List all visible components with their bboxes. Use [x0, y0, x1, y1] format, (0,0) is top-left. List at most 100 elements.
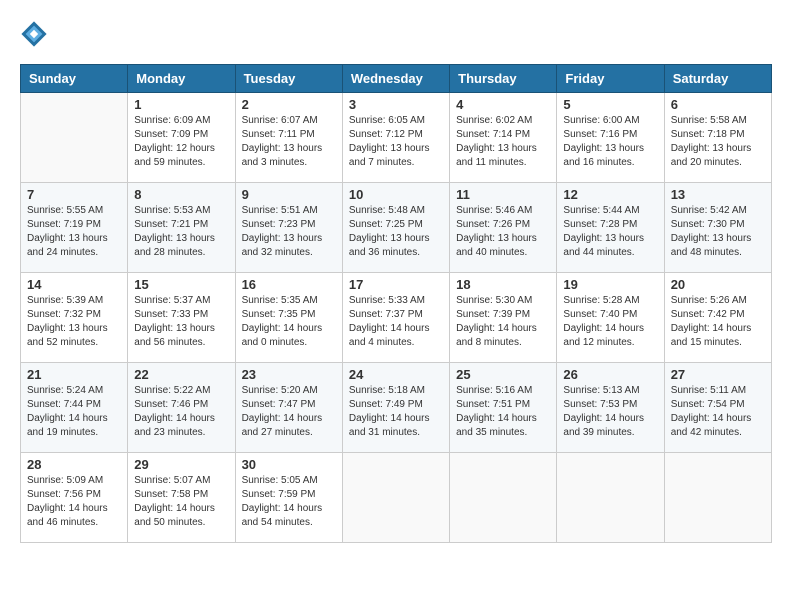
column-header-wednesday: Wednesday	[342, 65, 449, 93]
day-info: Sunrise: 5:26 AM Sunset: 7:42 PM Dayligh…	[671, 294, 765, 350]
column-header-monday: Monday	[128, 65, 235, 93]
calendar-cell	[342, 453, 449, 543]
day-number: 28	[27, 457, 121, 472]
day-info: Sunrise: 5:28 AM Sunset: 7:40 PM Dayligh…	[563, 294, 657, 350]
calendar-cell: 5 Sunrise: 6:00 AM Sunset: 7:16 PM Daylig…	[557, 93, 664, 183]
day-info: Sunrise: 6:00 AM Sunset: 7:16 PM Dayligh…	[563, 114, 657, 170]
day-number: 3	[349, 97, 443, 112]
day-number: 26	[563, 367, 657, 382]
day-number: 27	[671, 367, 765, 382]
day-info: Sunrise: 5:37 AM Sunset: 7:33 PM Dayligh…	[134, 294, 228, 350]
day-info: Sunrise: 5:20 AM Sunset: 7:47 PM Dayligh…	[242, 384, 336, 440]
day-number: 5	[563, 97, 657, 112]
day-number: 12	[563, 187, 657, 202]
day-number: 29	[134, 457, 228, 472]
column-header-friday: Friday	[557, 65, 664, 93]
day-info: Sunrise: 5:33 AM Sunset: 7:37 PM Dayligh…	[349, 294, 443, 350]
day-number: 6	[671, 97, 765, 112]
day-number: 11	[456, 187, 550, 202]
column-header-tuesday: Tuesday	[235, 65, 342, 93]
calendar-cell: 18Sunrise: 5:30 AM Sunset: 7:39 PM Dayli…	[450, 273, 557, 363]
day-number: 10	[349, 187, 443, 202]
day-info: Sunrise: 5:09 AM Sunset: 7:56 PM Dayligh…	[27, 474, 121, 530]
column-header-thursday: Thursday	[450, 65, 557, 93]
logo	[20, 20, 54, 48]
calendar-cell: 30 Sunrise: 5:05 AM Sunset: 7:59 PM Dayli…	[235, 453, 342, 543]
calendar-table: SundayMondayTuesdayWednesdayThursdayFrid…	[20, 64, 772, 543]
calendar-cell: 29 Sunrise: 5:07 AM Sunset: 7:58 PM Dayli…	[128, 453, 235, 543]
day-info: Sunrise: 5:24 AM Sunset: 7:44 PM Dayligh…	[27, 384, 121, 440]
calendar-cell: 23 Sunrise: 5:20 AM Sunset: 7:47 PM Dayli…	[235, 363, 342, 453]
day-info: Sunrise: 5:55 AM Sunset: 7:19 PM Dayligh…	[27, 204, 121, 260]
calendar-cell: 12 Sunrise: 5:44 AM Sunset: 7:28 PM Dayli…	[557, 183, 664, 273]
calendar-cell: 16 Sunrise: 5:35 AM Sunset: 7:35 PM Dayli…	[235, 273, 342, 363]
calendar-cell: 21Sunrise: 5:24 AM Sunset: 7:44 PM Dayli…	[21, 363, 128, 453]
calendar-cell	[450, 453, 557, 543]
week-row-5: 28 Sunrise: 5:09 AM Sunset: 7:56 PM Dayli…	[21, 453, 772, 543]
calendar-cell: 15Sunrise: 5:37 AM Sunset: 7:33 PM Dayli…	[128, 273, 235, 363]
day-number: 7	[27, 187, 121, 202]
column-header-saturday: Saturday	[664, 65, 771, 93]
day-number: 14	[27, 277, 121, 292]
day-number: 8	[134, 187, 228, 202]
calendar-cell	[557, 453, 664, 543]
day-number: 1	[134, 97, 228, 112]
day-info: Sunrise: 5:05 AM Sunset: 7:59 PM Dayligh…	[242, 474, 336, 530]
day-number: 23	[242, 367, 336, 382]
calendar-cell: 2 Sunrise: 6:07 AM Sunset: 7:11 PM Daylig…	[235, 93, 342, 183]
calendar-cell: 8Sunrise: 5:53 AM Sunset: 7:21 PM Daylig…	[128, 183, 235, 273]
day-info: Sunrise: 5:44 AM Sunset: 7:28 PM Dayligh…	[563, 204, 657, 260]
day-number: 4	[456, 97, 550, 112]
column-header-sunday: Sunday	[21, 65, 128, 93]
logo-icon	[20, 20, 48, 48]
calendar-header-row: SundayMondayTuesdayWednesdayThursdayFrid…	[21, 65, 772, 93]
day-number: 9	[242, 187, 336, 202]
calendar-cell: 7 Sunrise: 5:55 AM Sunset: 7:19 PM Daylig…	[21, 183, 128, 273]
day-info: Sunrise: 6:05 AM Sunset: 7:12 PM Dayligh…	[349, 114, 443, 170]
day-info: Sunrise: 6:09 AM Sunset: 7:09 PM Dayligh…	[134, 114, 228, 170]
week-row-1: 1 Sunrise: 6:09 AM Sunset: 7:09 PM Daylig…	[21, 93, 772, 183]
day-number: 2	[242, 97, 336, 112]
calendar-cell: 20 Sunrise: 5:26 AM Sunset: 7:42 PM Dayli…	[664, 273, 771, 363]
calendar-cell	[664, 453, 771, 543]
day-info: Sunrise: 5:18 AM Sunset: 7:49 PM Dayligh…	[349, 384, 443, 440]
calendar-cell: 24 Sunrise: 5:18 AM Sunset: 7:49 PM Dayli…	[342, 363, 449, 453]
day-number: 30	[242, 457, 336, 472]
day-number: 19	[563, 277, 657, 292]
day-info: Sunrise: 5:22 AM Sunset: 7:46 PM Dayligh…	[134, 384, 228, 440]
day-number: 24	[349, 367, 443, 382]
calendar-cell: 9 Sunrise: 5:51 AM Sunset: 7:23 PM Daylig…	[235, 183, 342, 273]
calendar-cell: 3 Sunrise: 6:05 AM Sunset: 7:12 PM Daylig…	[342, 93, 449, 183]
day-info: Sunrise: 5:35 AM Sunset: 7:35 PM Dayligh…	[242, 294, 336, 350]
day-info: Sunrise: 6:02 AM Sunset: 7:14 PM Dayligh…	[456, 114, 550, 170]
calendar-cell: 11 Sunrise: 5:46 AM Sunset: 7:26 PM Dayli…	[450, 183, 557, 273]
day-info: Sunrise: 5:42 AM Sunset: 7:30 PM Dayligh…	[671, 204, 765, 260]
day-info: Sunrise: 5:58 AM Sunset: 7:18 PM Dayligh…	[671, 114, 765, 170]
day-info: Sunrise: 5:11 AM Sunset: 7:54 PM Dayligh…	[671, 384, 765, 440]
day-number: 18	[456, 277, 550, 292]
calendar-cell: 13 Sunrise: 5:42 AM Sunset: 7:30 PM Dayli…	[664, 183, 771, 273]
day-info: Sunrise: 5:07 AM Sunset: 7:58 PM Dayligh…	[134, 474, 228, 530]
day-info: Sunrise: 5:46 AM Sunset: 7:26 PM Dayligh…	[456, 204, 550, 260]
day-number: 22	[134, 367, 228, 382]
day-info: Sunrise: 5:16 AM Sunset: 7:51 PM Dayligh…	[456, 384, 550, 440]
calendar-cell: 27 Sunrise: 5:11 AM Sunset: 7:54 PM Dayli…	[664, 363, 771, 453]
page-header	[20, 20, 772, 48]
day-number: 16	[242, 277, 336, 292]
day-number: 13	[671, 187, 765, 202]
calendar-cell: 28 Sunrise: 5:09 AM Sunset: 7:56 PM Dayli…	[21, 453, 128, 543]
week-row-3: 14Sunrise: 5:39 AM Sunset: 7:32 PM Dayli…	[21, 273, 772, 363]
day-info: Sunrise: 6:07 AM Sunset: 7:11 PM Dayligh…	[242, 114, 336, 170]
week-row-2: 7 Sunrise: 5:55 AM Sunset: 7:19 PM Daylig…	[21, 183, 772, 273]
calendar-cell: 17 Sunrise: 5:33 AM Sunset: 7:37 PM Dayli…	[342, 273, 449, 363]
day-number: 17	[349, 277, 443, 292]
calendar-cell: 19 Sunrise: 5:28 AM Sunset: 7:40 PM Dayli…	[557, 273, 664, 363]
calendar-cell: 6 Sunrise: 5:58 AM Sunset: 7:18 PM Daylig…	[664, 93, 771, 183]
day-number: 20	[671, 277, 765, 292]
day-info: Sunrise: 5:51 AM Sunset: 7:23 PM Dayligh…	[242, 204, 336, 260]
calendar-cell	[21, 93, 128, 183]
calendar-cell: 25Sunrise: 5:16 AM Sunset: 7:51 PM Dayli…	[450, 363, 557, 453]
calendar-cell: 22 Sunrise: 5:22 AM Sunset: 7:46 PM Dayli…	[128, 363, 235, 453]
week-row-4: 21Sunrise: 5:24 AM Sunset: 7:44 PM Dayli…	[21, 363, 772, 453]
day-info: Sunrise: 5:13 AM Sunset: 7:53 PM Dayligh…	[563, 384, 657, 440]
